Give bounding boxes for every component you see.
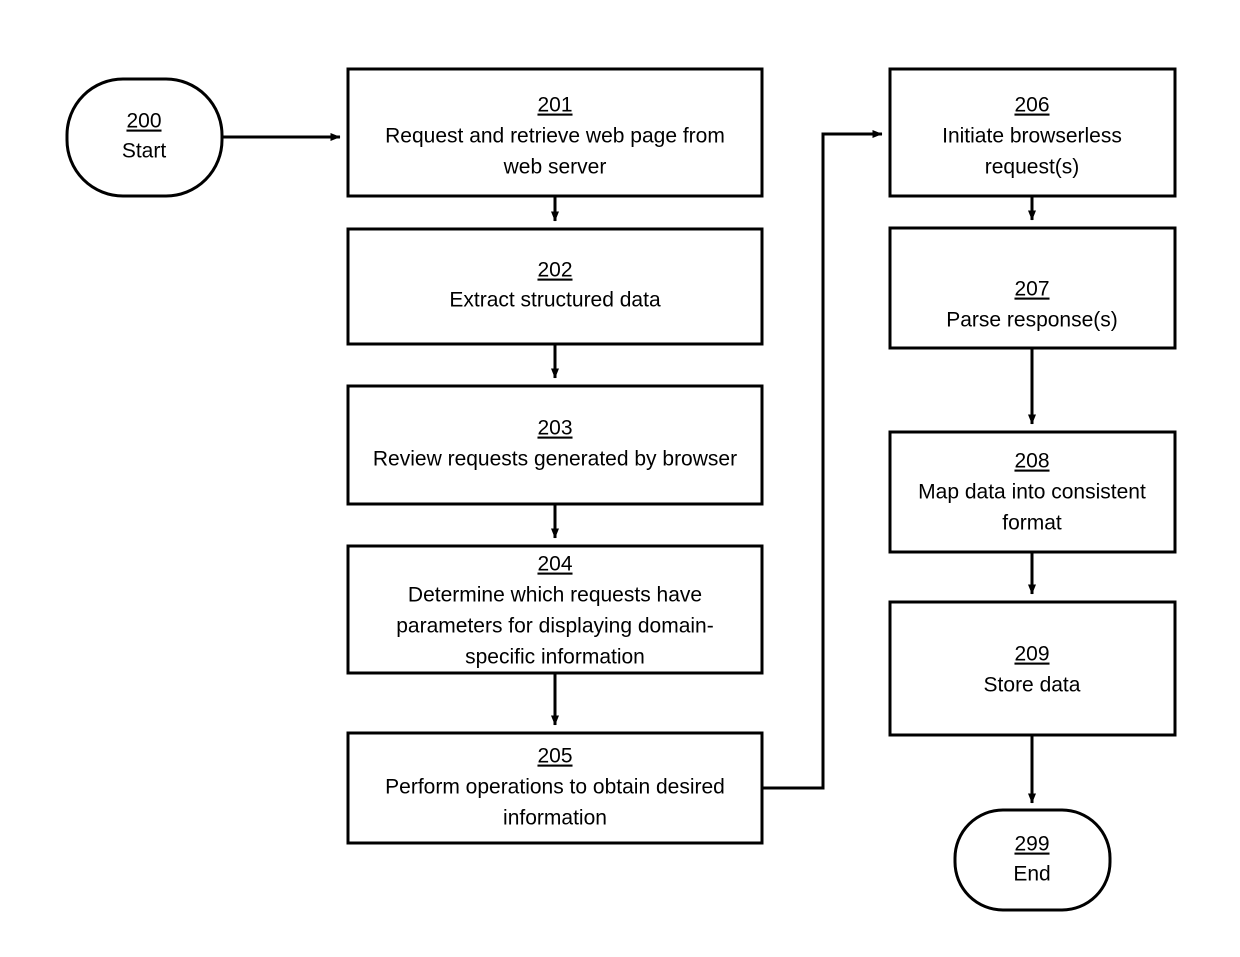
start-label: Start: [122, 140, 167, 163]
node-208-line1: Map data into consistent: [918, 481, 1146, 504]
node-208[interactable]: 208 Map data into consistent format: [888, 430, 1177, 554]
node-203[interactable]: 203 Review requests generated by browser: [346, 384, 764, 506]
flowchart-diagram: 200 Start 201 Request and retrieve web p…: [0, 0, 1240, 957]
node-209-ref: 209: [1014, 643, 1049, 666]
end-label: End: [1013, 863, 1050, 886]
flowchart-canvas: 200 Start 201 Request and retrieve web p…: [65, 67, 1177, 912]
start-shape: [65, 77, 224, 198]
node-201-ref: 201: [537, 94, 572, 117]
end-shape: [953, 808, 1112, 912]
node-204-line1: Determine which requests have: [408, 584, 702, 607]
node-206-line1: Initiate browserless: [942, 125, 1122, 148]
node-205[interactable]: 205 Perform operations to obtain desired…: [346, 731, 764, 845]
node-205-ref: 205: [537, 745, 572, 768]
node-204[interactable]: 204 Determine which requests have parame…: [346, 544, 764, 675]
edge-205-to-206: [762, 130, 883, 790]
node-start[interactable]: 200 Start: [65, 77, 224, 198]
node-203-ref: 203: [537, 417, 572, 440]
node-201-line2: web server: [503, 156, 607, 179]
node-201[interactable]: 201 Request and retrieve web page from w…: [346, 67, 764, 198]
node-203-line1: Review requests generated by browser: [373, 448, 737, 471]
node-206[interactable]: 206 Initiate browserless request(s): [888, 67, 1177, 198]
node-209-shape: [888, 600, 1177, 737]
node-201-line1: Request and retrieve web page from: [385, 125, 725, 148]
node-202-ref: 202: [537, 259, 572, 282]
node-202-line1: Extract structured data: [449, 289, 661, 312]
node-209[interactable]: 209 Store data: [888, 600, 1177, 737]
node-202-shape: [346, 227, 764, 346]
node-203-shape: [346, 384, 764, 506]
node-206-line2: request(s): [985, 156, 1080, 179]
node-204-ref: 204: [537, 553, 572, 576]
node-204-line2: parameters for displaying domain-: [396, 615, 713, 638]
node-207[interactable]: 207 Parse response(s): [888, 226, 1177, 350]
node-204-line3: specific information: [465, 646, 645, 669]
node-209-line1: Store data: [984, 674, 1081, 697]
node-207-ref: 207: [1014, 278, 1049, 301]
node-207-line1: Parse response(s): [946, 309, 1118, 332]
node-end[interactable]: 299 End: [953, 808, 1112, 912]
start-ref: 200: [126, 110, 161, 133]
node-202[interactable]: 202 Extract structured data: [346, 227, 764, 346]
node-206-ref: 206: [1014, 94, 1049, 117]
node-205-line2: information: [503, 807, 607, 830]
node-208-line2: format: [1002, 512, 1062, 535]
end-ref: 299: [1014, 833, 1049, 856]
node-208-ref: 208: [1014, 450, 1049, 473]
node-205-line1: Perform operations to obtain desired: [385, 776, 725, 799]
